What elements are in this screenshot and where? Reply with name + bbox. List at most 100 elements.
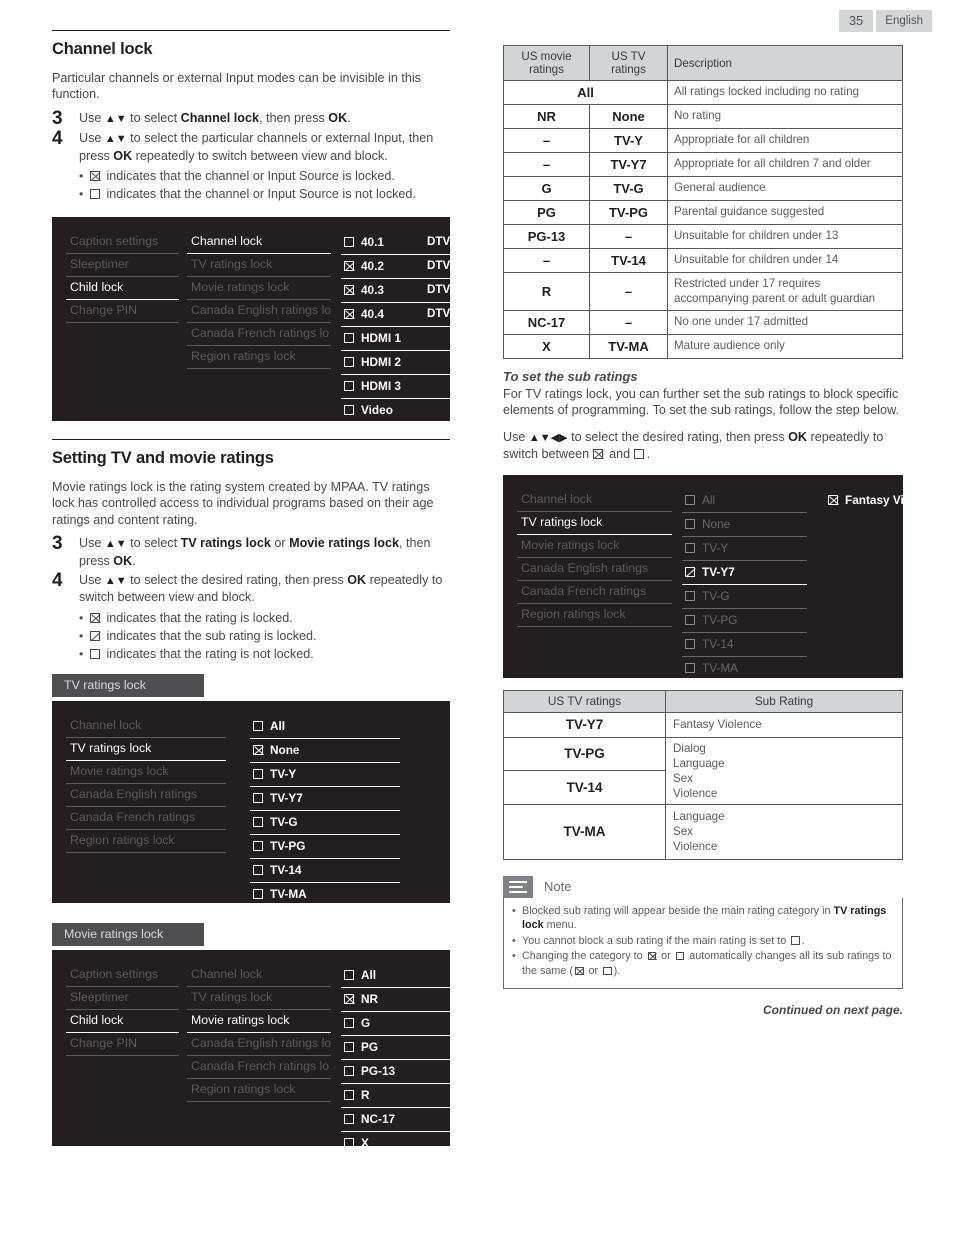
- osd-checkbox-row[interactable]: Fantasy Violence: [825, 489, 941, 512]
- osd-menu-item[interactable]: Region ratings lock: [517, 604, 672, 627]
- osd-menu-column-1[interactable]: Caption settings Sleeptimer Child lock Chan…: [66, 231, 179, 411]
- osd-channel-lock[interactable]: Caption settings Sleeptimer Child lock Chan…: [52, 217, 461, 422]
- osd-checkbox-row[interactable]: R: [341, 1084, 451, 1108]
- osd-menu-item[interactable]: Change PIN: [66, 1033, 179, 1056]
- osd-checkbox-row[interactable]: NR: [341, 988, 451, 1012]
- osd-checkbox-row[interactable]: X: [341, 1132, 451, 1155]
- osd-sub-ratings[interactable]: Channel lock TV ratings lock Movie ratings…: [503, 474, 941, 678]
- osd-sub-menu-column-1[interactable]: Channel lock TV ratings lock Movie ratings…: [517, 489, 672, 668]
- osd-checkbox-row[interactable]: G: [341, 1012, 451, 1036]
- cell-description: General audience: [667, 176, 903, 201]
- osd-checkbox-row[interactable]: TV-Y: [682, 537, 807, 561]
- osd-menu-item[interactable]: Sleeptimer: [66, 254, 179, 278]
- osd-sub-ratings-checkbox-column[interactable]: All None TV-Y TV-Y7 TV-G TV-PG TV-14 TV-MA: [682, 489, 807, 675]
- osd-tv-menu-column-1[interactable]: Channel lock TV ratings lock Movie ratings…: [66, 715, 226, 893]
- cell-tv-rating: –: [589, 272, 668, 311]
- osd-sub-rating-detail-column[interactable]: Fantasy Violence: [825, 489, 941, 668]
- channel-lock-intro: Particular channels or external Input mo…: [52, 71, 421, 102]
- osd-checkbox-row[interactable]: TV-G: [250, 811, 400, 835]
- osd-menu-item[interactable]: Canada English ratings: [66, 784, 226, 807]
- osd-checkbox-row[interactable]: PG: [341, 1036, 451, 1060]
- osd-checkbox-row[interactable]: NC-17: [341, 1108, 451, 1132]
- osd-menu-item[interactable]: Child lock: [66, 277, 179, 301]
- osd-checkbox-row[interactable]: 40.4 DTV: [341, 303, 461, 328]
- osd-menu-item[interactable]: Canada French ratings lo: [187, 1056, 331, 1079]
- osd-menu-item[interactable]: Region ratings lock: [187, 1079, 331, 1102]
- osd-checkbox-row[interactable]: Video: [341, 399, 461, 422]
- osd-tv-ratings-checkbox-column[interactable]: All None TV-Y TV-Y7 TV-G TV-PG TV-14 TV-MA: [250, 715, 400, 901]
- cell-tv-rating: TV-Y7: [589, 152, 668, 177]
- osd-movie-menu-column-1[interactable]: Caption settings Sleeptimer Child lock Chan…: [66, 964, 179, 1136]
- osd-checkbox-row[interactable]: TV-MA: [682, 657, 807, 680]
- osd-menu-item[interactable]: Canada French ratings lo: [187, 323, 331, 347]
- bullet-text: indicates that the rating is not locked.: [90, 645, 314, 663]
- osd-menu-item[interactable]: Sleeptimer: [66, 987, 179, 1010]
- osd-menu-item[interactable]: Channel lock: [517, 489, 672, 512]
- osd-checkbox-row[interactable]: TV-14: [250, 859, 400, 883]
- osd-menu-item[interactable]: Channel lock: [66, 715, 226, 738]
- osd-checkbox-row[interactable]: 40.3 DTV: [341, 279, 461, 304]
- checkbox-open-icon: [90, 189, 100, 200]
- osd-menu-item[interactable]: TV ratings lock: [187, 987, 331, 1010]
- osd-movie-ratings-checkbox-column[interactable]: All NR G PG PG-13 R NC-17 X: [341, 964, 451, 1150]
- osd-menu-item[interactable]: Channel lock: [187, 231, 331, 255]
- osd-checkbox-row[interactable]: All: [250, 715, 400, 739]
- osd-menu-item[interactable]: Canada English ratings: [517, 558, 672, 581]
- osd-checkbox-row[interactable]: TV-Y7: [682, 561, 807, 585]
- osd-checkbox-row[interactable]: PG-13: [341, 1060, 451, 1084]
- osd-menu-item[interactable]: Movie ratings lock: [187, 1010, 331, 1033]
- osd-menu-item[interactable]: Canada English ratings lo: [187, 1033, 331, 1056]
- osd-checkbox-row[interactable]: TV-Y: [250, 763, 400, 787]
- osd-menu-item[interactable]: Caption settings: [66, 964, 179, 987]
- osd-checkbox-row[interactable]: None: [682, 513, 807, 537]
- osd-checkbox-row[interactable]: TV-PG: [250, 835, 400, 859]
- osd-menu-item[interactable]: Canada English ratings lo: [187, 300, 331, 324]
- osd-checkbox-row[interactable]: 40.1 DTV: [341, 231, 461, 256]
- osd-tv-ratings-lock[interactable]: Channel lock TV ratings lock Movie ratings…: [52, 700, 450, 903]
- osd-menu-column-3[interactable]: 40.1 DTV 40.2 DTV 40.3 DTV 40.4 DTV HDMI 1 HDMI 2…: [341, 231, 461, 417]
- osd-checkbox-row[interactable]: 40.2 DTV: [341, 255, 461, 280]
- sub-table-body: TV-Y7 Fantasy Violence TV-PG Dialog Language…: [503, 711, 903, 860]
- osd-menu-item[interactable]: TV ratings lock: [517, 512, 672, 535]
- osd-checkbox-label: TV-14: [270, 862, 302, 877]
- osd-checkbox-label: G: [361, 1015, 371, 1030]
- osd-menu-item[interactable]: TV ratings lock: [66, 738, 226, 761]
- osd-menu-item[interactable]: Canada French ratings: [66, 807, 226, 830]
- osd-checkbox-row[interactable]: None: [250, 739, 400, 763]
- osd-checkbox-row[interactable]: TV-14: [682, 633, 807, 657]
- osd-checkbox-row[interactable]: TV-PG: [682, 609, 807, 633]
- osd-menu-item[interactable]: Movie ratings lock: [517, 535, 672, 558]
- osd-menu-item[interactable]: Caption settings: [66, 231, 179, 255]
- cell-movie-rating: NC-17: [503, 310, 590, 335]
- osd-menu-item[interactable]: Region ratings lock: [66, 830, 226, 853]
- osd-menu-item[interactable]: Movie ratings lock: [66, 761, 226, 784]
- osd-checkbox-row[interactable]: TV-G: [682, 585, 807, 609]
- osd-menu-item[interactable]: Canada French ratings: [517, 581, 672, 604]
- checkbox-open-icon: [344, 357, 354, 368]
- osd-menu-item[interactable]: Child lock: [66, 1010, 179, 1033]
- osd-checkbox-label: TV-Y: [702, 540, 729, 555]
- osd-checkbox-row[interactable]: TV-MA: [250, 883, 400, 906]
- channel-lock-steps: 3 Use ▲▼ to select Channel lock, then pre…: [52, 109, 450, 164]
- osd-checkbox-row[interactable]: All: [682, 489, 807, 513]
- osd-menu-item[interactable]: TV ratings lock: [187, 254, 331, 278]
- osd-checkbox-row[interactable]: All: [341, 964, 451, 988]
- osd-checkbox-row[interactable]: HDMI 2: [341, 351, 461, 376]
- th-us-movie-ratings: US movie ratings: [503, 45, 590, 81]
- checkbox-open-icon: [344, 381, 354, 392]
- osd-menu-item[interactable]: Movie ratings lock: [187, 277, 331, 301]
- osd-menu-item[interactable]: Region ratings lock: [187, 346, 331, 370]
- osd-menu-item[interactable]: Change PIN: [66, 300, 179, 324]
- osd-checkbox-row[interactable]: HDMI 1: [341, 327, 461, 352]
- osd-movie-menu-column-2[interactable]: Channel lock TV ratings lock Movie ratings…: [187, 964, 331, 1136]
- osd-menu-column-2[interactable]: Channel lock TV ratings lock Movie ratings…: [187, 231, 331, 411]
- osd-checkbox-row[interactable]: TV-Y7: [250, 787, 400, 811]
- checkbox-open-icon: [344, 1137, 354, 1148]
- setting-ratings-bullets: • indicates that the rating is locked. • …: [79, 609, 450, 663]
- checkbox-x-icon: [344, 285, 354, 296]
- cell-description: Parental guidance suggested: [667, 200, 903, 225]
- checkbox-open-icon: [344, 405, 354, 416]
- osd-movie-ratings-lock[interactable]: Caption settings Sleeptimer Child lock Chan…: [52, 949, 451, 1150]
- osd-checkbox-row[interactable]: HDMI 3: [341, 375, 461, 400]
- osd-menu-item[interactable]: Channel lock: [187, 964, 331, 987]
